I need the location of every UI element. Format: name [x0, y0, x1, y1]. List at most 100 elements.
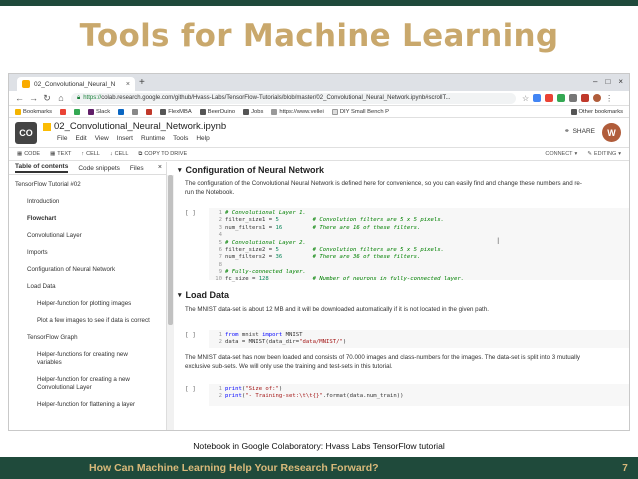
- url-scheme: https://: [83, 95, 102, 101]
- code-editor[interactable]: 1 # Convolutional Layer 1. 2 filter_size1 …: [209, 208, 629, 282]
- extension-icon[interactable]: [533, 94, 542, 102]
- extension-icon[interactable]: [569, 94, 578, 102]
- close-window-icon[interactable]: ×: [618, 77, 623, 86]
- browser-tab[interactable]: 02_Convolutional_Neural_N ×: [17, 77, 135, 91]
- sidebar-scrollbar[interactable]: [167, 175, 174, 430]
- section-heading[interactable]: ▾ Configuration of Neural Network: [178, 165, 324, 175]
- more-menu-icon[interactable]: ⋮: [605, 94, 613, 103]
- cell-run-prompt[interactable]: [ ]: [185, 386, 196, 393]
- minimize-icon[interactable]: –: [593, 77, 597, 86]
- collapse-caret-icon[interactable]: ▾: [178, 166, 182, 174]
- bookmark-item[interactable]: FlexMBA: [160, 108, 192, 115]
- notebook-title[interactable]: 02_Convolutional_Neural_Network.ipynb: [43, 121, 226, 132]
- toc-item[interactable]: Configuration of Neural Network: [27, 266, 115, 274]
- menu-runtime[interactable]: Runtime: [141, 135, 165, 142]
- toc-item[interactable]: Flowchart: [27, 215, 56, 223]
- bookmark-item[interactable]: DIY Small Bench P: [331, 108, 389, 115]
- code-cell[interactable]: [ ] 1 # Convolutional Layer 1. 2 filter_si…: [185, 208, 629, 282]
- extension-icon[interactable]: [557, 94, 566, 102]
- bookmark-item[interactable]: [146, 108, 153, 115]
- share-button[interactable]: ⚭ SHARE: [564, 127, 595, 136]
- connect-button[interactable]: CONNECT ▾: [545, 151, 577, 157]
- toc-item[interactable]: Imports: [27, 249, 48, 257]
- tab-files[interactable]: Files: [130, 165, 144, 172]
- slide-caption: Notebook in Google Colaboratory: Hvass L…: [193, 441, 445, 451]
- close-sidebar-icon[interactable]: ×: [158, 164, 162, 171]
- browser-window: 02_Convolutional_Neural_N × + – □ × ← → …: [8, 73, 630, 431]
- folder-icon: [199, 108, 206, 115]
- cell-run-prompt[interactable]: [ ]: [185, 332, 196, 339]
- move-cell-down-button[interactable]: ↓ CELL: [110, 151, 129, 157]
- bookmark-item[interactable]: BeerDuino: [199, 108, 235, 115]
- close-tab-icon[interactable]: ×: [126, 81, 130, 88]
- tab-table-of-contents[interactable]: Table of contents: [15, 163, 69, 173]
- toc-item[interactable]: Plot a few images to see if data is corr…: [37, 317, 150, 325]
- address-bar[interactable]: 🔒︎ https:// colab.research.google.com/gi…: [71, 92, 516, 104]
- code-editor[interactable]: 1 print("Size of:") 2 print("- Training-se…: [209, 384, 629, 406]
- forward-icon[interactable]: →: [29, 93, 38, 103]
- toc-item[interactable]: Introduction: [27, 198, 59, 206]
- bookmark-item[interactable]: [132, 108, 139, 115]
- home-icon[interactable]: ⌂: [57, 93, 65, 103]
- page-icon: [331, 108, 338, 115]
- add-code-button[interactable]: ▦ CODE: [17, 151, 40, 157]
- bookmark-item[interactable]: Jobs: [243, 108, 263, 115]
- text-cursor-icon: I: [497, 236, 500, 246]
- toc-item[interactable]: TensorFlow Graph: [27, 334, 78, 342]
- toolbar-right: CONNECT ▾ ✎ EDITING ▾: [545, 151, 621, 157]
- toc-item[interactable]: Load Data: [27, 283, 56, 291]
- tab-code-snippets[interactable]: Code snippets: [78, 165, 120, 172]
- slide-title: Tools for Machine Learning: [79, 18, 559, 54]
- page-icon: [271, 108, 278, 115]
- maximize-icon[interactable]: □: [605, 77, 610, 86]
- code-cell[interactable]: [ ] 1 print("Size of:") 2 print("- Trainin…: [185, 384, 629, 406]
- toc-item[interactable]: Helper-function for flattening a layer: [37, 401, 135, 409]
- collapse-caret-icon[interactable]: ▾: [178, 291, 182, 299]
- link-icon: ⚭: [564, 128, 570, 135]
- chevron-down-icon: ▾: [574, 151, 578, 157]
- profile-icon[interactable]: [593, 94, 602, 102]
- menu-insert[interactable]: Insert: [117, 135, 133, 142]
- scrollbar-thumb[interactable]: [168, 175, 173, 325]
- linkedin-bookmark[interactable]: [118, 108, 125, 115]
- other-bookmarks[interactable]: Other bookmarks: [570, 108, 623, 115]
- bookmarks-bar: Bookmarks Slack FlexMBA BeerDuino Jobs h…: [9, 106, 629, 118]
- sidebar-tabs: Table of contents Code snippets Files ×: [9, 162, 166, 175]
- avatar[interactable]: W: [602, 123, 621, 142]
- extension-icon[interactable]: [545, 94, 554, 102]
- gmail-bookmark[interactable]: [60, 108, 66, 115]
- menu-view[interactable]: View: [95, 135, 109, 142]
- copy-to-drive-button[interactable]: ⧉ COPY TO DRIVE: [138, 151, 187, 158]
- star-icon: [15, 108, 21, 115]
- menu-file[interactable]: File: [57, 135, 67, 142]
- editing-button[interactable]: ✎ EDITING ▾: [587, 151, 621, 157]
- menu-tools[interactable]: Tools: [173, 135, 188, 142]
- toc-item[interactable]: Helper-function for creating a new: [37, 376, 130, 384]
- code-cell[interactable]: [ ] 1 from mnist import MNIST 2 data = MNI…: [185, 330, 629, 348]
- code-editor[interactable]: 1 from mnist import MNIST 2 data = MNIST(d…: [209, 330, 629, 348]
- menu-edit[interactable]: Edit: [75, 135, 86, 142]
- add-text-button[interactable]: ▦ TEXT: [50, 151, 71, 157]
- toc-item[interactable]: Helper-functions for creating new: [37, 351, 128, 359]
- toc-item[interactable]: variables: [37, 359, 62, 367]
- toc-item[interactable]: Helper-function for plotting images: [37, 300, 131, 308]
- cell-run-prompt[interactable]: [ ]: [185, 210, 196, 217]
- toc-item[interactable]: Convolutional Layer: [37, 384, 92, 392]
- markdown-paragraph: The MNIST data-set is about 12 MB and it…: [185, 306, 489, 313]
- star-icon[interactable]: ☆: [522, 94, 529, 103]
- bookmark-item[interactable]: https://www.vellei: [271, 108, 324, 115]
- section-heading[interactable]: ▾ Load Data: [178, 290, 229, 300]
- toc-item[interactable]: Convolutional Layer: [27, 232, 82, 240]
- lock-icon: 🔒︎: [77, 94, 81, 101]
- new-tab-icon[interactable]: +: [139, 77, 145, 88]
- drive-bookmark[interactable]: [74, 108, 80, 115]
- bookmark-item[interactable]: Bookmarks: [15, 108, 52, 115]
- tab-title: 02_Convolutional_Neural_N: [34, 80, 116, 88]
- back-icon[interactable]: ←: [15, 93, 24, 103]
- move-cell-up-button[interactable]: ↑ CELL: [81, 151, 100, 157]
- menu-help[interactable]: Help: [196, 135, 209, 142]
- extension-icon[interactable]: [581, 94, 590, 102]
- bookmark-item[interactable]: Slack: [88, 108, 110, 115]
- reload-icon[interactable]: ↻: [43, 93, 51, 104]
- toc-item[interactable]: TensorFlow Tutorial #02: [15, 181, 81, 189]
